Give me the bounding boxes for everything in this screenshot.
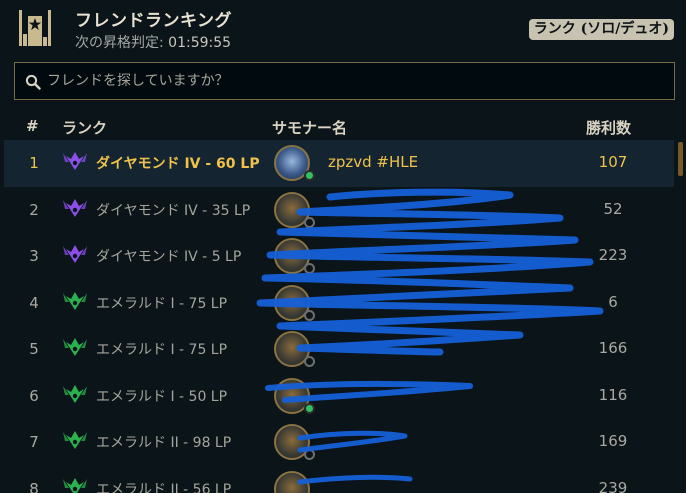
rank-position: 5 bbox=[29, 340, 39, 358]
status-indicator bbox=[304, 402, 315, 414]
scrollbar[interactable] bbox=[677, 140, 684, 493]
header: フレンドランキング 次の昇格判定: 01:59:55 ランク (ソロ/デュオ) bbox=[0, 0, 686, 56]
win-count: 52 bbox=[603, 199, 623, 218]
timer-label: 次の昇格判定: bbox=[75, 35, 169, 51]
timer-value: 01:59:55 bbox=[168, 35, 232, 51]
status-indicator bbox=[304, 216, 315, 228]
ranking-row[interactable]: 5 エメラルド I - 75 LP 166 bbox=[4, 326, 674, 373]
column-header-summoner[interactable]: サモナー名 bbox=[272, 117, 347, 138]
diamond-emblem-icon bbox=[62, 150, 88, 172]
status-indicator bbox=[304, 356, 315, 367]
rank-position: 4 bbox=[29, 293, 39, 312]
avatar[interactable] bbox=[274, 470, 310, 493]
ranking-list: 1 ダイヤモンド IV - 60 LP zpzvd #HLE 107 2 ダイヤモンド I… bbox=[0, 140, 676, 493]
win-count: 239 bbox=[598, 478, 628, 493]
emerald-emblem-icon bbox=[62, 429, 88, 451]
rank-text: ダイヤモンド IV - 5 LP bbox=[96, 249, 242, 265]
status-indicator bbox=[304, 263, 315, 274]
friend-search[interactable] bbox=[14, 62, 675, 100]
rank-position: 6 bbox=[29, 386, 39, 405]
emerald-emblem-icon bbox=[62, 290, 88, 312]
win-count: 107 bbox=[598, 153, 628, 171]
rank-position: 3 bbox=[29, 247, 39, 265]
rank-text: エメラルド I - 50 LP bbox=[96, 388, 228, 405]
column-header-num: # bbox=[26, 117, 39, 135]
ranking-row[interactable]: 6 エメラルド I - 50 LP 116 bbox=[4, 373, 674, 420]
page-title: フレンドランキング bbox=[75, 11, 232, 31]
rank-text: ダイヤモンド IV - 60 LP bbox=[96, 156, 260, 172]
promotion-timer: 次の昇格判定: 01:59:55 bbox=[75, 32, 231, 52]
rank-position: 7 bbox=[29, 433, 39, 451]
emerald-emblem-icon bbox=[62, 476, 88, 493]
ranking-row[interactable]: 4 エメラルド I - 75 LP 6 bbox=[4, 280, 674, 327]
status-indicator bbox=[304, 170, 315, 181]
rank-position: 2 bbox=[29, 200, 39, 219]
ranking-row[interactable]: 8 エメラルド II - 56 LP 239 bbox=[4, 466, 674, 493]
rank-text: エメラルド II - 98 LP bbox=[96, 435, 232, 451]
column-header-wins[interactable]: 勝利数 bbox=[586, 117, 631, 138]
queue-selector[interactable]: ランク (ソロ/デュオ) bbox=[528, 19, 674, 40]
emerald-emblem-icon bbox=[62, 336, 88, 358]
status-indicator bbox=[304, 309, 315, 321]
rank-text: エメラルド II - 56 LP bbox=[96, 481, 232, 493]
search-icon bbox=[25, 74, 41, 90]
ranking-row[interactable]: 7 エメラルド II - 98 LP 169 bbox=[4, 419, 674, 466]
rank-position: 8 bbox=[29, 479, 39, 493]
scrollbar-thumb[interactable] bbox=[678, 142, 683, 176]
win-count: 223 bbox=[598, 246, 628, 264]
trophy-icon bbox=[19, 10, 51, 46]
rank-text: ダイヤモンド IV - 35 LP bbox=[96, 202, 251, 219]
win-count: 169 bbox=[598, 432, 628, 450]
ranking-row[interactable]: 2 ダイヤモンド IV - 35 LP 52 bbox=[4, 187, 674, 234]
win-count: 166 bbox=[598, 339, 628, 357]
status-indicator bbox=[304, 449, 315, 460]
ranking-row[interactable]: 3 ダイヤモンド IV - 5 LP 223 bbox=[4, 233, 674, 280]
rank-text: エメラルド I - 75 LP bbox=[96, 342, 228, 358]
win-count: 6 bbox=[608, 292, 618, 311]
diamond-emblem-icon bbox=[62, 197, 88, 219]
ranking-row[interactable]: 1 ダイヤモンド IV - 60 LP zpzvd #HLE 107 bbox=[4, 140, 674, 187]
rank-text: エメラルド I - 75 LP bbox=[96, 295, 228, 312]
summoner-name[interactable]: zpzvd #HLE bbox=[328, 153, 418, 171]
column-header-rank[interactable]: ランク bbox=[62, 117, 107, 138]
rank-position: 1 bbox=[29, 154, 39, 172]
diamond-emblem-icon bbox=[62, 243, 88, 265]
emerald-emblem-icon bbox=[62, 383, 88, 405]
search-input[interactable] bbox=[47, 63, 667, 99]
win-count: 116 bbox=[598, 385, 628, 404]
